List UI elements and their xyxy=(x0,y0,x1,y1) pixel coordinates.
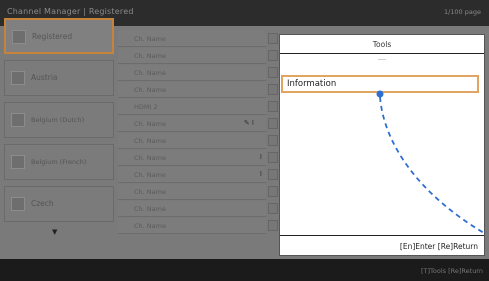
channel-checkbox[interactable] xyxy=(268,220,278,231)
footer-bar: [T]Tools [Re]Return xyxy=(0,259,489,281)
channel-name: Ch. Name xyxy=(134,52,166,60)
annotation-dot xyxy=(376,90,384,98)
country-item-belgium-french[interactable]: Belgium (French) xyxy=(4,144,114,180)
channel-row[interactable]: Ch. Name I xyxy=(118,150,278,166)
channel-row[interactable]: Ch. Name xyxy=(118,65,278,81)
country-item-czech[interactable]: Czech xyxy=(4,186,114,222)
channel-row[interactable]: Ch. Name xyxy=(118,82,278,98)
channel-checkbox[interactable] xyxy=(268,50,278,61)
checkbox[interactable] xyxy=(11,71,25,85)
checkbox[interactable] xyxy=(12,30,26,44)
channel-name: Ch. Name xyxy=(134,35,166,43)
channel-name: Ch. Name xyxy=(134,137,166,145)
checkbox[interactable] xyxy=(11,155,25,169)
channel-checkbox[interactable] xyxy=(268,84,278,95)
annotation-curve xyxy=(376,90,484,234)
page-title: Channel Manager | Registered xyxy=(7,7,134,16)
tools-popup: Tools Information [En]Enter [Re]Return xyxy=(279,34,485,256)
tv-screen: Channel Manager | Registered 1/100 page … xyxy=(0,0,489,281)
channel-row[interactable]: Ch. Name xyxy=(118,31,278,47)
channel-row[interactable]: Ch. Name xyxy=(118,184,278,200)
channel-checkbox[interactable] xyxy=(268,67,278,78)
country-item-austria[interactable]: Austria xyxy=(4,60,114,96)
country-label: Belgium (French) xyxy=(31,158,87,166)
channel-row[interactable]: HDMI 2 xyxy=(118,99,278,115)
channel-checkbox[interactable] xyxy=(268,135,278,146)
channel-name: Ch. Name xyxy=(134,222,166,230)
tools-footer: [En]Enter [Re]Return xyxy=(280,235,484,256)
channel-name: Ch. Name xyxy=(134,120,166,128)
country-label: Registered xyxy=(32,32,73,41)
channel-checkbox[interactable] xyxy=(268,169,278,180)
page-indicator: 1/100 page xyxy=(443,8,481,16)
channel-checkbox[interactable] xyxy=(268,33,278,44)
channel-name: Ch. Name xyxy=(134,188,166,196)
checkbox[interactable] xyxy=(11,197,25,211)
channel-row[interactable]: Ch. Name xyxy=(118,133,278,149)
channel-checkbox[interactable] xyxy=(268,186,278,197)
channel-name: HDMI 2 xyxy=(134,103,158,111)
channel-row[interactable]: Ch. Name xyxy=(118,48,278,64)
tools-footer-hints: [En]Enter [Re]Return xyxy=(399,242,478,251)
channel-row[interactable]: Ch. Name I xyxy=(118,167,278,183)
country-label: Austria xyxy=(31,73,58,82)
annotation-dashed-line xyxy=(379,96,484,234)
channel-name: Ch. Name xyxy=(134,86,166,94)
country-list: Registered Austria Belgium (Dutch) Belgi… xyxy=(4,18,114,230)
channel-row[interactable]: Ch. Name xyxy=(118,218,278,234)
channel-name: Ch. Name xyxy=(134,205,166,213)
country-item-belgium-dutch[interactable]: Belgium (Dutch) xyxy=(4,102,114,138)
channel-checkbox[interactable] xyxy=(268,101,278,112)
country-label: Belgium (Dutch) xyxy=(31,116,85,124)
lock-icon: I xyxy=(259,170,262,178)
channel-row[interactable]: Ch. Name ✎ I xyxy=(118,116,278,132)
lock-icon: I xyxy=(259,153,262,161)
footer-hints: [T]Tools [Re]Return xyxy=(421,267,483,275)
channel-name: Ch. Name xyxy=(134,69,166,77)
channel-name: Ch. Name xyxy=(134,154,166,162)
country-item-registered[interactable]: Registered xyxy=(4,18,114,54)
edit-lock-icons: ✎ I xyxy=(243,119,254,127)
channel-row[interactable]: Ch. Name xyxy=(118,201,278,217)
scroll-down-icon[interactable]: ▼ xyxy=(52,228,57,236)
country-label: Czech xyxy=(31,199,54,208)
channel-name: Ch. Name xyxy=(134,171,166,179)
channel-checkbox[interactable] xyxy=(268,203,278,214)
channel-checkbox[interactable] xyxy=(268,152,278,163)
checkbox[interactable] xyxy=(11,113,25,127)
channel-checkbox[interactable] xyxy=(268,118,278,129)
